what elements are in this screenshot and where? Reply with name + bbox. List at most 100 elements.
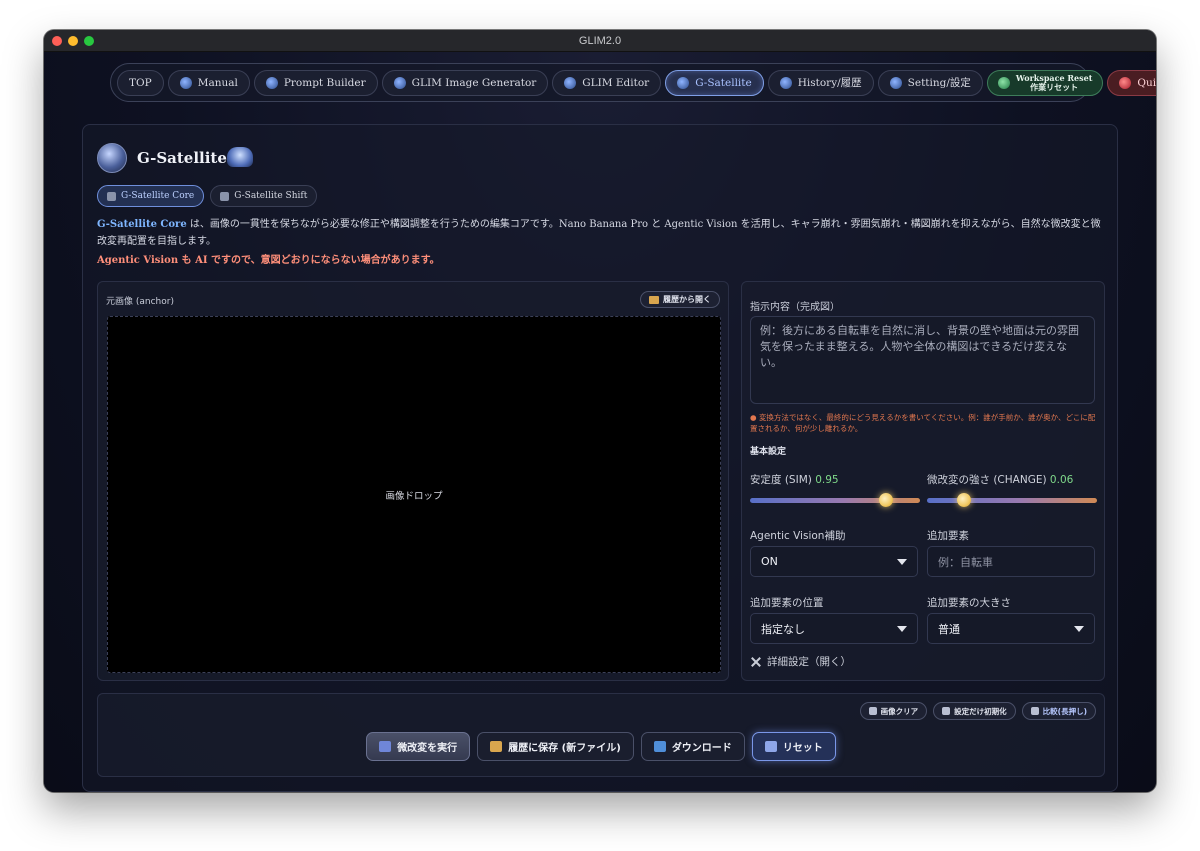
button-label: 比較(長押し)	[1042, 706, 1087, 716]
nav-workspace-reset[interactable]: Workspace Reset 作業リセット	[986, 69, 1104, 96]
nav-label: Prompt Builder	[283, 76, 366, 89]
ai-warning: Agentic Vision も AI ですので、意図どおりにならない場合があり…	[97, 255, 440, 266]
app-window: GLIM2.0 TOP Manual Prompt Builder GLIM I…	[44, 30, 1156, 792]
reset-button[interactable]: リセット	[751, 732, 836, 761]
anchor-label: 元画像 (anchor)	[106, 297, 174, 307]
editor-icon	[564, 76, 577, 89]
tab-g-satellite-shift[interactable]: G-Satellite Shift	[210, 185, 318, 207]
sim-slider-knob[interactable]	[879, 493, 893, 507]
manual-icon	[179, 76, 192, 89]
title-bar: GLIM2.0	[44, 30, 1156, 52]
instruction-hint: ● 変換方法ではなく、最終的にどう見えるかを書いてください。例：誰が手前か、誰が…	[750, 412, 1100, 434]
nav-label: Quit/終了	[1137, 77, 1156, 89]
nav-image-generator[interactable]: GLIM Image Generator	[381, 69, 549, 96]
tab-label: G-Satellite Core	[121, 191, 195, 201]
primary-actions: 微改変を実行 履歴に保存 (新ファイル) ダウンロード リセット	[98, 732, 1104, 761]
tab-label: G-Satellite Shift	[234, 191, 308, 201]
nav-top[interactable]: TOP	[117, 69, 164, 96]
chevron-down-icon	[897, 558, 907, 565]
instruction-textarea[interactable]: 例：後方にある自転車を自然に消し、背景の壁や地面は元の雰囲気を保ったまま整える。…	[750, 316, 1095, 404]
rewind-icon	[764, 741, 777, 752]
save-to-history-button[interactable]: 履歴に保存 (新ファイル)	[477, 732, 634, 761]
sim-value: 0.95	[815, 474, 839, 486]
button-label: リセット	[782, 743, 823, 754]
nav-prompt-builder[interactable]: Prompt Builder	[253, 69, 378, 96]
nav-g-satellite[interactable]: G-Satellite	[665, 69, 764, 96]
position-select[interactable]: 指定なし	[750, 613, 918, 644]
advanced-settings-toggle[interactable]: 詳細設定（開く）	[750, 654, 851, 669]
image-generator-icon	[393, 76, 406, 89]
image-drop-zone[interactable]: 画像ドロップ	[107, 316, 721, 673]
folder-icon	[490, 741, 503, 752]
sim-slider[interactable]	[750, 493, 920, 507]
prompt-builder-icon	[265, 76, 278, 89]
nav-manual[interactable]: Manual	[167, 69, 250, 96]
core-icon	[107, 191, 116, 201]
history-icon	[779, 76, 792, 89]
window-controls	[52, 36, 94, 46]
change-label: 微改変の強さ (CHANGE) 0.06	[927, 472, 1073, 487]
drop-text: 画像ドロップ	[385, 490, 443, 502]
close-window-button[interactable]	[52, 36, 62, 46]
button-label: 履歴に保存 (新ファイル)	[508, 743, 621, 754]
position-label: 追加要素の位置	[750, 597, 824, 609]
satellite-icon	[677, 76, 690, 89]
add-element-input[interactable]: 例：自転車	[927, 546, 1095, 577]
change-slider[interactable]	[927, 493, 1097, 507]
reset-settings-button[interactable]: 設定だけ初期化	[933, 702, 1016, 720]
nav-settings[interactable]: Setting/設定	[877, 69, 983, 96]
select-value: ON	[761, 555, 778, 568]
secondary-actions: 画像クリア 設定だけ初期化 比較(長押し)	[859, 702, 1096, 720]
instruction-label: 指示内容（完成図）	[750, 302, 840, 313]
button-label: 画像クリア	[880, 706, 919, 716]
nav-label: G-Satellite	[695, 76, 752, 89]
nav-history[interactable]: History/履歴	[767, 69, 874, 96]
chevron-down-icon	[1074, 625, 1084, 632]
size-select[interactable]: 普通	[927, 613, 1095, 644]
settings-panel: 指示内容（完成図） 例：後方にある自転車を自然に消し、背景の壁や地面は元の雰囲気…	[741, 281, 1105, 681]
agentic-vision-select[interactable]: ON	[750, 546, 918, 577]
minimize-window-button[interactable]	[68, 36, 78, 46]
quit-icon	[1119, 76, 1132, 89]
nav-label: TOP	[129, 76, 152, 89]
change-value: 0.06	[1049, 474, 1074, 486]
eye-icon	[1030, 707, 1039, 715]
chevron-down-icon	[897, 625, 907, 632]
nav-label: GLIM Image Generator	[411, 76, 537, 89]
g-satellite-logo	[97, 143, 127, 173]
open-from-history-button[interactable]: 履歴から開く	[640, 291, 720, 308]
zoom-window-button[interactable]	[84, 36, 94, 46]
page-title: G-Satellite	[137, 149, 227, 167]
workspace-reset-label: Workspace Reset 作業リセット	[1016, 73, 1092, 92]
basic-settings-heading: 基本設定	[750, 447, 787, 457]
sim-label-text: 安定度 (SIM)	[750, 474, 812, 486]
settings-icon	[889, 76, 902, 89]
run-edit-button[interactable]: 微改変を実行	[366, 732, 471, 761]
nav-glim-editor[interactable]: GLIM Editor	[552, 69, 662, 96]
compare-button[interactable]: 比較(長押し)	[1021, 702, 1096, 720]
reset-icon	[997, 76, 1010, 89]
description: G-Satellite Core は、画像の一貫性を保ちながら必要な修正や構図調…	[97, 216, 1107, 250]
nav-label: Manual	[197, 76, 238, 89]
folder-icon	[649, 295, 659, 304]
details-label: 詳細設定（開く）	[767, 656, 851, 668]
anchor-image-panel: 元画像 (anchor) 履歴から開く 画像ドロップ	[97, 281, 729, 681]
hint-bullet: ●	[750, 413, 759, 422]
top-nav: TOP Manual Prompt Builder GLIM Image Gen…	[110, 63, 1156, 102]
shift-icon	[220, 191, 230, 201]
size-label: 追加要素の大きさ	[927, 597, 1011, 609]
robot-icon	[227, 147, 253, 167]
subtabs: G-Satellite Core G-Satellite Shift	[97, 185, 318, 207]
window-title: GLIM2.0	[578, 34, 622, 47]
download-button[interactable]: ダウンロード	[640, 732, 745, 761]
button-label: ダウンロード	[671, 743, 732, 754]
g-satellite-panel: G-Satellite G-Satellite Core G-Satellite…	[82, 124, 1118, 792]
tab-g-satellite-core[interactable]: G-Satellite Core	[97, 185, 205, 207]
button-label: 履歴から開く	[663, 295, 711, 304]
clear-image-button[interactable]: 画像クリア	[859, 702, 928, 720]
description-text: は、画像の一貫性を保ちながら必要な修正や構図調整を行うための編集コアです。Nan…	[97, 219, 1101, 247]
change-slider-knob[interactable]	[957, 493, 972, 507]
tools-icon	[750, 656, 762, 668]
nav-quit[interactable]: Quit/終了	[1107, 69, 1156, 96]
magic-icon	[379, 741, 392, 752]
